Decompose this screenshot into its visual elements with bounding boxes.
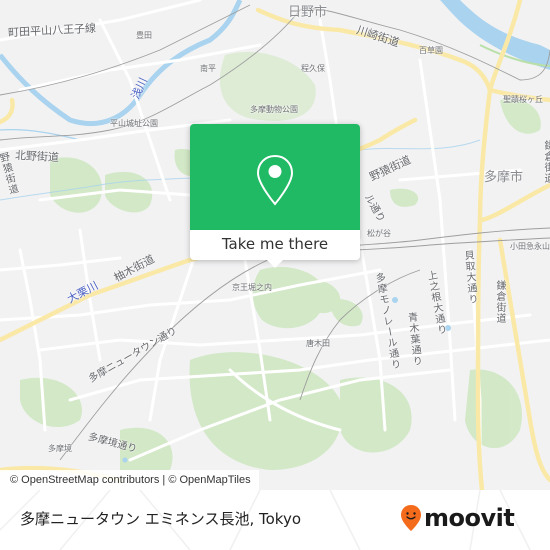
road-label-kamakura-kaido-north: 鎌倉街道 <box>542 140 550 184</box>
place-label-hirayama-joshi-koen: 平山城址公園 <box>110 119 158 128</box>
place-label-tamasakai: 多摩境 <box>48 444 72 453</box>
stop-title: 多摩ニュータウン エミネンス長池, Tokyo <box>20 510 302 528</box>
moovit-logo[interactable]: moovit <box>400 504 515 532</box>
place-label-odakyu-nagayama: 小田急永山 <box>510 242 550 251</box>
place-label-seiseki-sakuragaoka: 聖蹟桜ヶ丘 <box>503 95 543 104</box>
map-canvas[interactable]: 日野市 多摩市 豊田 南平 程久保 百草園 聖蹟桜ヶ丘 平山城址公園 多摩動物公… <box>0 0 550 490</box>
place-label-hodokubo: 程久保 <box>301 64 325 73</box>
moovit-wordmark: moovit <box>424 504 515 532</box>
location-popup[interactable]: Take me there <box>190 124 360 268</box>
place-label-tama-dobutsu-koen: 多摩動物公園 <box>250 105 298 114</box>
footer: 多摩ニュータウン エミネンス長池, Tokyo moovit <box>0 490 550 550</box>
road-label-kamakura-kaido: 鎌倉街道 <box>494 280 505 324</box>
take-me-there-button[interactable]: Take me there <box>190 230 360 260</box>
place-label-tama-city: 多摩市 <box>484 170 524 185</box>
place-label-toyoda: 豊田 <box>136 31 152 40</box>
place-label-mogusaen: 百草園 <box>419 46 443 55</box>
moovit-pin-smile-icon <box>401 505 421 531</box>
popup-header <box>190 124 360 230</box>
map-attribution[interactable]: © OpenStreetMap contributors | © OpenMap… <box>0 470 259 490</box>
map-pin-icon <box>256 154 294 206</box>
place-label-matsugaya: 松が谷 <box>367 229 391 238</box>
place-label-hino-city: 日野市 <box>288 5 328 20</box>
place-label-minamidaira: 南平 <box>200 64 216 73</box>
place-label-karakida: 唐木田 <box>306 339 330 348</box>
road-label-kitano-kaido: 北野街道 <box>14 148 60 165</box>
popup-pointer <box>267 260 283 268</box>
place-label-keio-horinouchi: 京王堀之内 <box>232 283 272 292</box>
